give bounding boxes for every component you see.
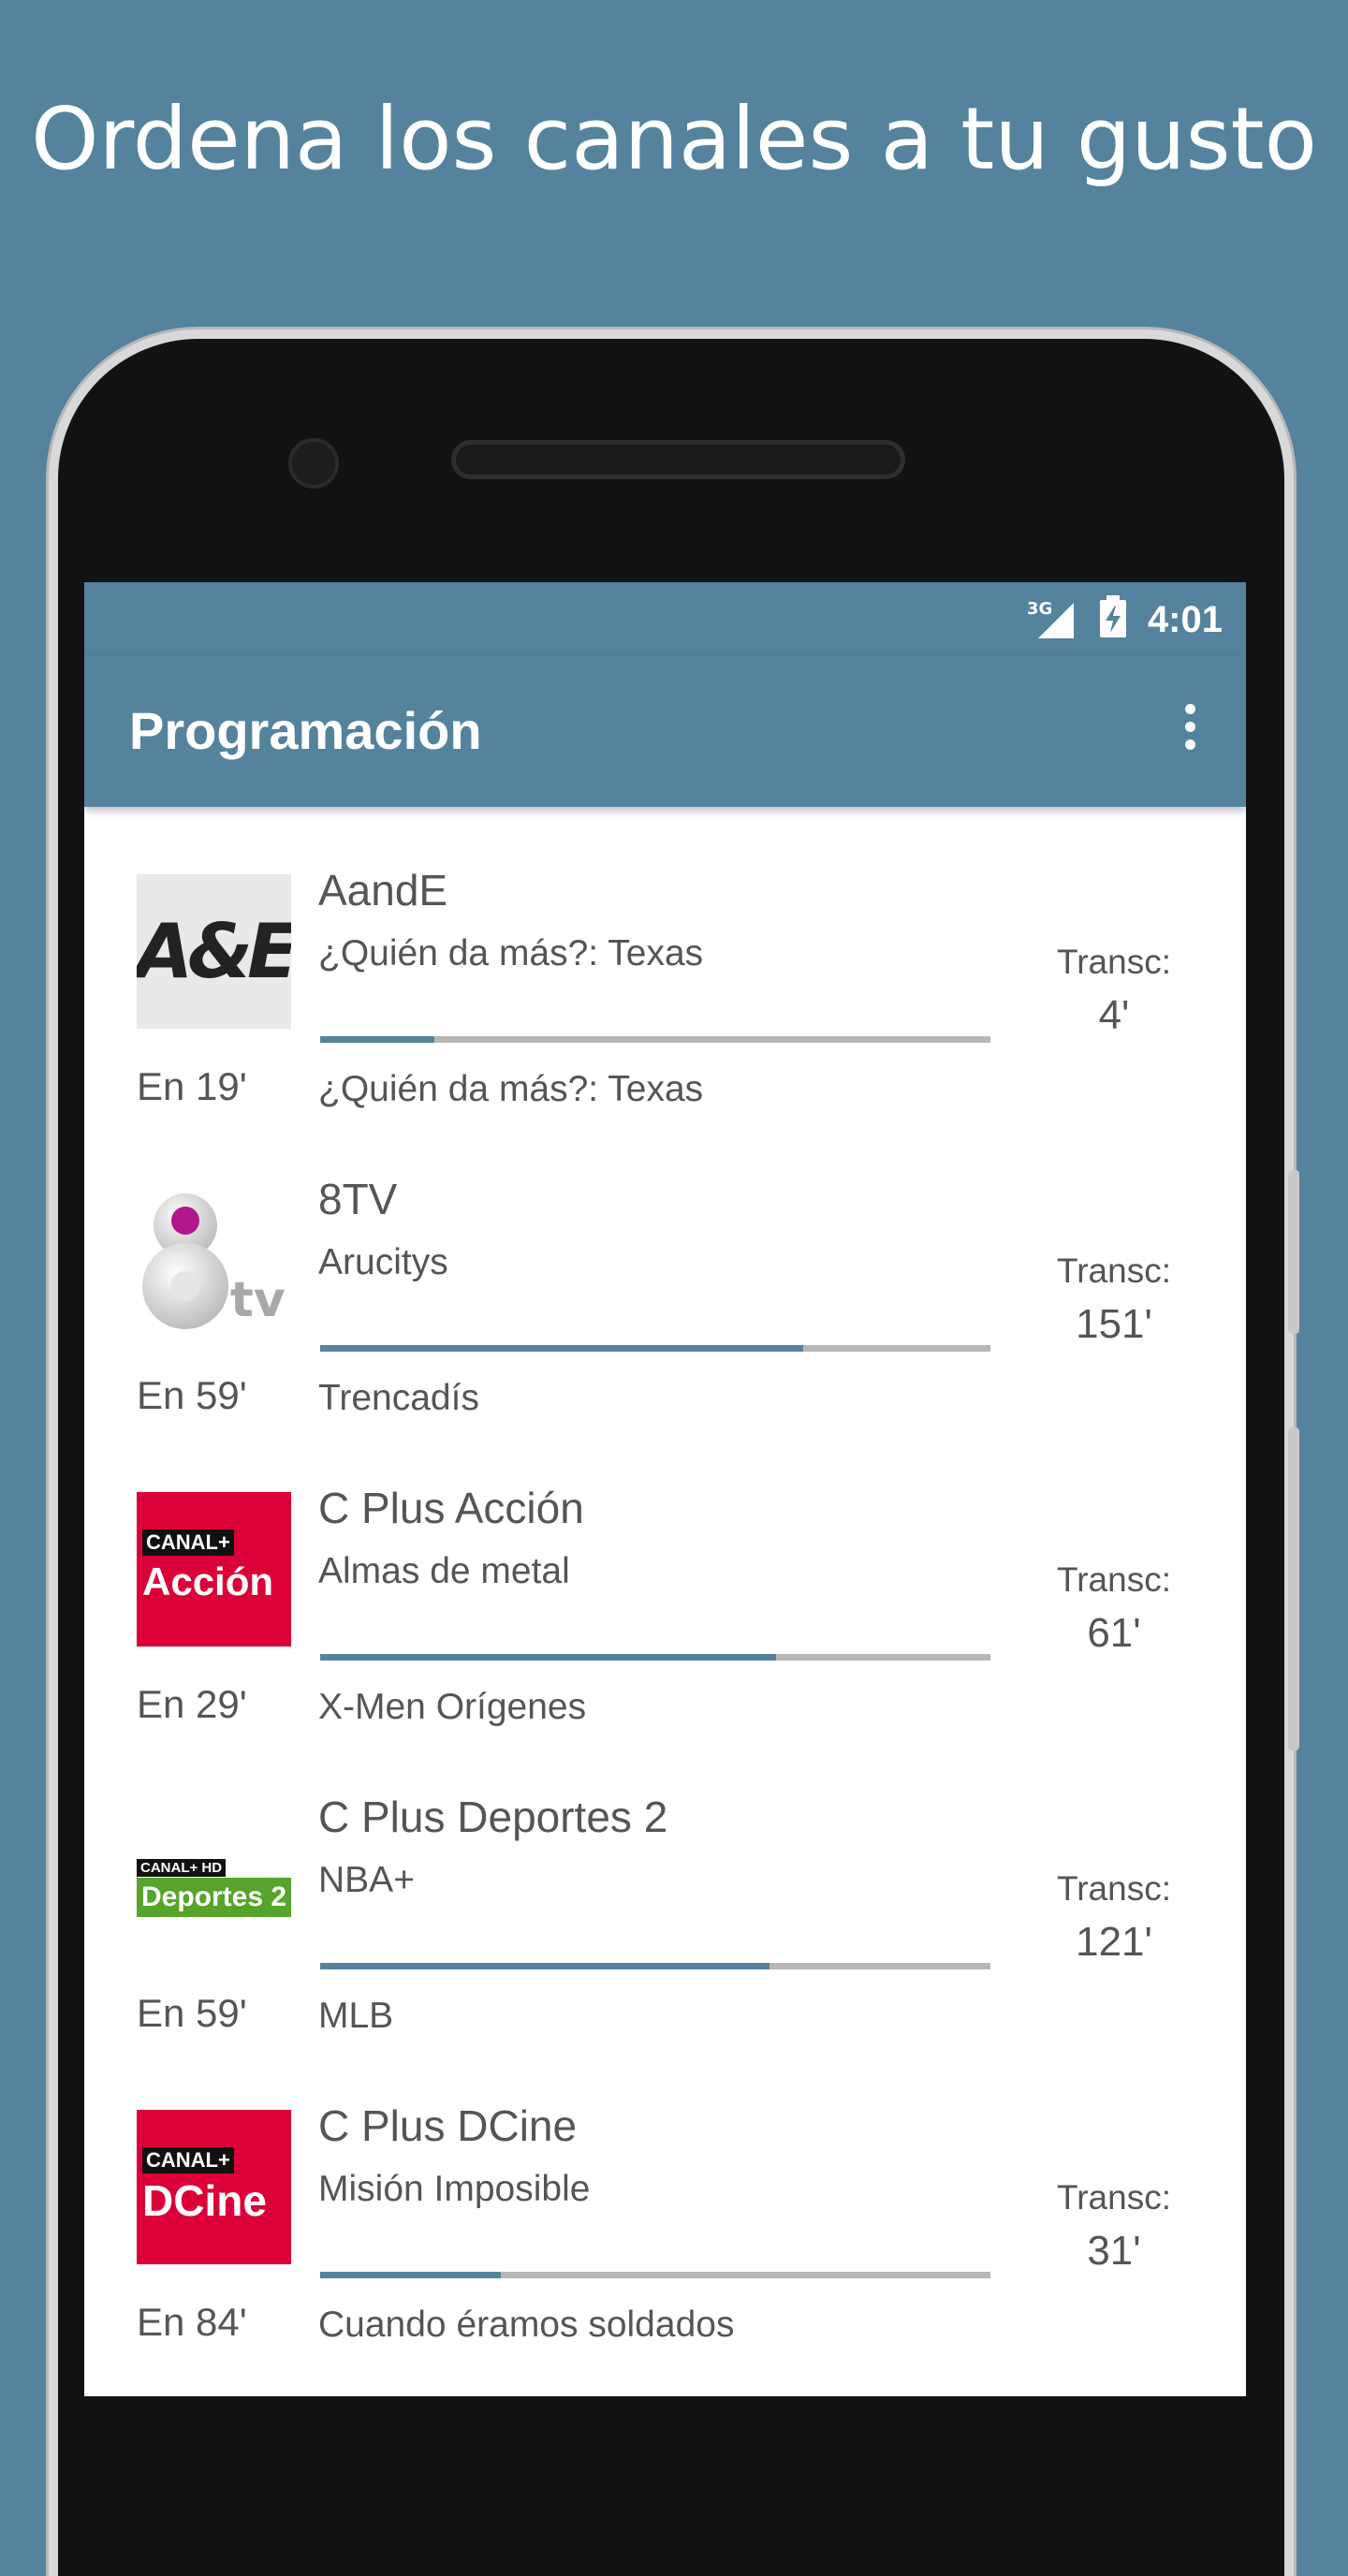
status-bar: 3G 4:01 [84, 582, 1246, 655]
app-title: Programación [129, 701, 482, 760]
ae-logo: A&E [137, 874, 291, 1029]
current-program: ¿Quién da más?: Texas [318, 933, 704, 973]
channel-name: C Plus DCine [318, 2101, 578, 2150]
earpiece-speaker [451, 440, 905, 479]
power-button [1288, 1170, 1299, 1334]
elapsed-value: 31' [1087, 2228, 1141, 2274]
elapsed-label: Transc: [1057, 1251, 1171, 1290]
progress-bar [320, 1654, 990, 1661]
canal-plus-deportes-2-logo: CANAL+ HD Deportes 2 [137, 1801, 291, 1955]
current-program: Arucitys [318, 1242, 448, 1282]
channel-row[interactable]: CANAL+ DCine C Plus DCine Misión Imposib… [84, 2042, 1246, 2351]
canal-plus-accion-logo: CANAL+ Acción [137, 1492, 291, 1647]
starts-in: En 84' [137, 2300, 247, 2344]
progress-bar [320, 1345, 990, 1352]
current-program: Almas de metal [318, 1551, 570, 1591]
elapsed-label: Transc: [1057, 1560, 1171, 1599]
next-program: Trencadís [318, 1378, 479, 1418]
channel-row[interactable]: A&E AandE ¿Quién da más?: Texas En 19' ¿… [84, 807, 1246, 1116]
channel-row[interactable]: CANAL+ Acción C Plus Acción Almas de met… [84, 1425, 1246, 1734]
elapsed-label: Transc: [1057, 943, 1171, 981]
next-program: MLB [318, 1996, 394, 2036]
signal-3g-icon: 3G [1027, 599, 1074, 638]
8tv-logo: tv [137, 1183, 291, 1338]
svg-text:tv: tv [230, 1272, 286, 1328]
progress-bar [320, 2272, 990, 2278]
channel-name: C Plus Acción [318, 1484, 584, 1532]
elapsed-label: Transc: [1057, 2178, 1171, 2217]
current-program: Misión Imposible [318, 2169, 591, 2209]
progress-bar [320, 1036, 990, 1043]
elapsed-value: 121' [1076, 1919, 1152, 1965]
current-program: NBA+ [318, 1860, 415, 1900]
channel-row[interactable]: CANAL+ HD Deportes 2 C Plus Deportes 2 N… [84, 1734, 1246, 2042]
battery-charging-icon [1100, 595, 1126, 637]
more-vert-icon[interactable] [1171, 704, 1209, 760]
elapsed-value: 61' [1087, 1610, 1141, 1656]
starts-in: En 19' [137, 1064, 247, 1108]
channel-row[interactable]: tv 8TV Arucitys En 59' Trencadís Transc:… [84, 1116, 1246, 1425]
next-program: X-Men Orígenes [318, 1687, 587, 1727]
front-camera [288, 438, 339, 489]
next-program: Cuando éramos soldados [318, 2305, 735, 2345]
svg-text:3G: 3G [1027, 599, 1052, 619]
starts-in: En 29' [137, 1682, 247, 1726]
elapsed-label: Transc: [1057, 1869, 1171, 1908]
promo-headline: Ordena los canales a tu gusto [31, 89, 1317, 189]
app-bar: Programación [84, 655, 1246, 807]
progress-bar [320, 1963, 990, 1969]
channel-name: 8TV [318, 1175, 398, 1223]
volume-button [1288, 1427, 1299, 1750]
elapsed-value: 151' [1076, 1301, 1152, 1347]
channel-name: C Plus Deportes 2 [318, 1793, 668, 1841]
status-time: 4:01 [1147, 599, 1223, 640]
app-screen: 3G 4:01 Programación A&E AandE ¿Quién da… [84, 582, 1246, 2396]
next-program: ¿Quién da más?: Texas [318, 1069, 704, 1109]
starts-in: En 59' [137, 1991, 247, 2035]
canal-plus-dcine-logo: CANAL+ DCine [137, 2110, 291, 2264]
starts-in: En 59' [137, 1373, 247, 1417]
channel-name: AandE [318, 866, 448, 915]
elapsed-value: 4' [1098, 992, 1130, 1038]
